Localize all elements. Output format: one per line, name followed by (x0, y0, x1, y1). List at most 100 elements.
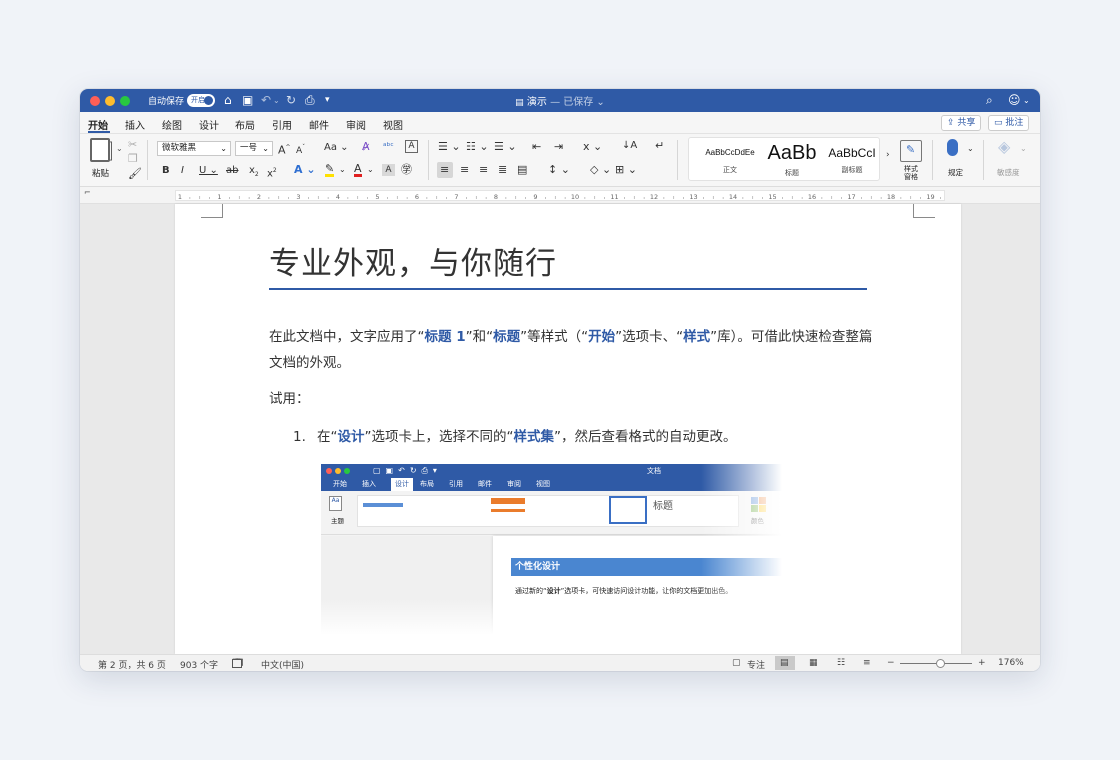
ruler-number: 11 (610, 193, 618, 201)
superscript-icon[interactable]: x2 (267, 164, 277, 181)
list-item[interactable]: 在“设计”选项卡上，选择不同的“样式集”，然后查看格式的自动更改。 (317, 424, 877, 450)
account-icon[interactable]: ☺ (1008, 92, 1021, 109)
tab-layout[interactable]: 布局 (235, 117, 255, 132)
numbering-icon[interactable]: ☷ ⌄ (466, 140, 489, 154)
strikethrough-icon[interactable]: ab (226, 164, 238, 178)
list-number: 1. (293, 429, 306, 445)
doc-name: 演示 (526, 97, 547, 108)
text-effects-button[interactable]: A ⌄ (294, 163, 316, 177)
share-icon: ⇪ (947, 118, 955, 128)
tab-view[interactable]: 视图 (383, 117, 403, 132)
try-label[interactable]: 试用： (269, 386, 310, 412)
dictate-icon[interactable] (947, 139, 958, 156)
format-painter-icon[interactable]: 🖌︎ (128, 167, 142, 181)
emphasis-text: 标题 (493, 329, 521, 345)
font-name-select[interactable]: 微软雅黑 ⌄ (157, 141, 231, 156)
zoom-level[interactable]: 176% (998, 658, 1024, 668)
focus-label[interactable]: 专注 (747, 658, 765, 671)
show-formatting-icon[interactable]: ↵ (655, 139, 664, 153)
clear-formatting-icon[interactable]: A̷ (362, 140, 370, 154)
embedded-theme-icon: Aa (329, 496, 342, 511)
distributed-icon[interactable]: ▤ (517, 163, 527, 177)
body-paragraph[interactable]: 在此文档中，文字应用了“标题 1”和“标题”等样式（“开始”选项卡、“样式”库）… (269, 324, 875, 376)
character-shading-icon[interactable]: A (382, 164, 395, 176)
tab-stop-selector-icon[interactable]: ⌐ (84, 188, 91, 197)
focus-icon[interactable]: ▢ (732, 658, 741, 668)
word-window: 自动保存 开启 ⌂ ▣ ↶ ⌄ ↻ ⎙ ▾ ▤ 演示 — 已保存 ⌄ ⌕ ☺ ⌄… (80, 89, 1040, 671)
proofing-book-icon[interactable] (232, 659, 242, 668)
font-size-value: 一号 (240, 143, 258, 153)
decrease-indent-icon[interactable]: ⇤ (532, 140, 541, 154)
sort-icon[interactable]: ↓A (622, 139, 637, 153)
font-color-icon[interactable]: A (354, 163, 362, 177)
multilevel-list-icon[interactable]: ☰ ⌄ (494, 140, 517, 154)
dictate-dropdown-icon[interactable]: ⌄ (967, 142, 974, 156)
cut-icon[interactable]: ✂ (128, 138, 137, 152)
embedded-fade-bottom (321, 599, 789, 634)
style-heading[interactable]: AaBb 标题 (764, 140, 820, 178)
outline-icon[interactable]: ☷ (837, 658, 845, 668)
font-name-value: 微软雅黑 (162, 143, 197, 153)
horizontal-ruler[interactable]: ⌐ 1 1 2 3 4 5 6 7 8 9 10 11 12 13 14 15 16 17 18 19 (80, 187, 1040, 204)
tab-draw[interactable]: 绘图 (162, 117, 182, 132)
shading-icon[interactable]: ◇ ⌄ (590, 163, 611, 177)
bullets-icon[interactable]: ☰ ⌄ (438, 140, 461, 154)
change-case-button[interactable]: Aa ⌄ (324, 141, 349, 155)
enclose-characters-icon[interactable]: ㊫ (401, 163, 412, 177)
font-size-select[interactable]: 一号 ⌄ (235, 141, 273, 156)
tab-home[interactable]: 开始 (88, 117, 108, 132)
draft-icon[interactable]: ≡ (863, 658, 871, 668)
increase-indent-icon[interactable]: ⇥ (554, 140, 563, 154)
subscript-icon[interactable]: x2 (249, 164, 259, 182)
comments-button[interactable]: ▭ 批注 (988, 115, 1030, 131)
asian-layout-icon[interactable]: ⅹ ⌄ (583, 140, 602, 154)
document-heading[interactable]: 专业外观，与你随行 (269, 238, 557, 283)
character-border-icon[interactable]: A (405, 140, 418, 153)
bold-icon[interactable]: B (162, 164, 170, 178)
highlight-dropdown-icon[interactable]: ⌄ (339, 163, 346, 177)
style-subtitle[interactable]: AaBbCcI 副标题 (825, 140, 879, 178)
zoom-slider-thumb[interactable] (936, 659, 945, 668)
style-normal[interactable]: AaBbCcDdEe 正文 (702, 140, 758, 178)
zoom-in-icon[interactable]: + (978, 658, 986, 668)
sensitivity-dropdown-icon[interactable]: ⌄ (1020, 142, 1027, 156)
borders-icon[interactable]: ⊞ ⌄ (615, 163, 637, 177)
tab-insert[interactable]: 插入 (125, 117, 145, 132)
tab-mailings[interactable]: 邮件 (309, 117, 329, 132)
ruler-number: 1 (217, 193, 221, 201)
tab-design[interactable]: 设计 (199, 117, 219, 132)
text-segment: 在“ (317, 429, 338, 445)
copy-icon[interactable]: ❐ (128, 152, 138, 166)
italic-icon[interactable]: I (181, 164, 184, 178)
account-dropdown-icon[interactable]: ⌄ (1023, 92, 1030, 109)
web-layout-icon[interactable]: ▦ (809, 658, 818, 668)
paste-dropdown-icon[interactable]: ⌄ (116, 144, 123, 153)
emphasis-text: 样式 (683, 329, 711, 345)
justify-icon[interactable]: ≣ (498, 163, 507, 177)
highlight-color-icon[interactable]: ✎ (325, 163, 335, 177)
font-color-dropdown-icon[interactable]: ⌄ (367, 163, 374, 177)
align-left-icon[interactable]: ≡ (440, 163, 449, 177)
align-right-icon[interactable]: ≡ (479, 163, 488, 177)
ruler-number: 4 (336, 193, 340, 201)
line-spacing-icon[interactable]: ↕ ⌄ (548, 163, 570, 177)
styles-more-icon[interactable]: › (886, 148, 890, 162)
ruler-number: 13 (689, 193, 697, 201)
paste-clipboard-icon[interactable] (90, 138, 110, 162)
page-count[interactable]: 第 2 页，共 6 页 (98, 658, 166, 671)
tab-review[interactable]: 审阅 (346, 117, 366, 132)
zoom-out-icon[interactable]: − (887, 658, 895, 668)
shrink-font-icon[interactable]: Aˇ (296, 141, 305, 158)
language[interactable]: 中文(中国) (261, 658, 304, 671)
tab-references[interactable]: 引用 (272, 117, 292, 132)
word-count[interactable]: 903 个字 (180, 658, 218, 671)
underline-icon[interactable]: U ⌄ (199, 164, 218, 178)
sensitivity-icon[interactable]: ◈ (998, 139, 1010, 155)
embedded-screenshot[interactable]: ▢▣↶↻⎙▾ 文档 开始插入设计布局引用邮件审阅视图 Aa 主题 标题 颜色 (321, 464, 789, 634)
grow-font-icon[interactable]: A^ (278, 141, 291, 158)
share-button[interactable]: ⇪ 共享 (941, 115, 982, 131)
text-effects-icon[interactable]: ᵃᵇᶜ (383, 140, 394, 154)
search-icon[interactable]: ⌕ (986, 92, 993, 109)
align-center-icon[interactable]: ≡ (460, 163, 469, 177)
document-page[interactable]: 专业外观，与你随行 在此文档中，文字应用了“标题 1”和“标题”等样式（“开始”… (175, 204, 961, 654)
